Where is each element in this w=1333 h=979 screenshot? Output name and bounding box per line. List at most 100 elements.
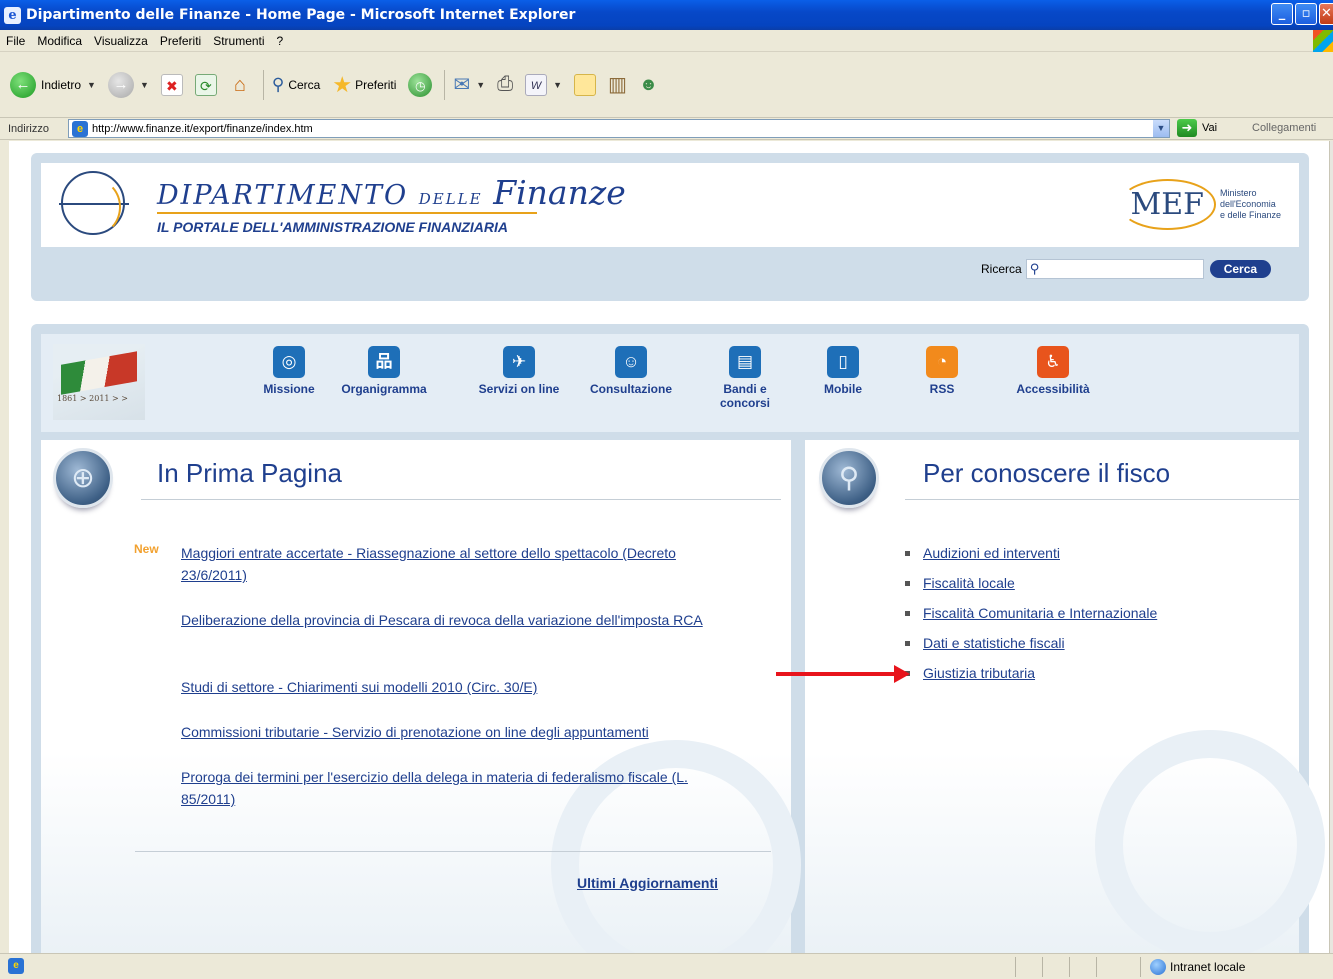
- nav-mobile[interactable]: ▯ Mobile: [798, 346, 888, 396]
- menu-help[interactable]: ?: [277, 34, 284, 48]
- mef-logo[interactable]: MEF Ministero dell'Economia e delle Fina…: [1118, 179, 1281, 230]
- fisco-link-giustizia-tributaria[interactable]: Giustizia tributaria: [923, 665, 1035, 681]
- status-divider: [1069, 957, 1070, 977]
- nav-label: RSS: [929, 382, 955, 396]
- ie-icon: e: [4, 6, 21, 24]
- fisco-title: Per conoscere il fisco: [923, 458, 1171, 488]
- site-search: Ricerca ⚲ Cerca: [981, 259, 1272, 279]
- list-item[interactable]: Fiscalità locale: [905, 568, 1157, 598]
- prima-pagina-panel: ⊕ In Prima Pagina New Maggiori entrate a…: [41, 440, 801, 953]
- nav-bandi-e-concorsi[interactable]: ▤ Bandi e concorsi: [700, 346, 790, 410]
- nav-consultazione[interactable]: ☺ Consultazione: [586, 346, 676, 396]
- nav-servizi-on-line[interactable]: ✈ Servizi on line: [474, 346, 564, 396]
- site-banner: DIPARTIMENTO DELLE Finanze IL PORTALE DE…: [41, 163, 1299, 247]
- list-divider: [135, 851, 771, 852]
- nav-rss[interactable]: ◔ RSS: [897, 346, 987, 396]
- edit-button[interactable]: W ▼: [525, 73, 562, 96]
- site-title[interactable]: DIPARTIMENTO DELLE Finanze: [157, 173, 626, 212]
- chevron-down-icon[interactable]: ▼: [140, 80, 149, 90]
- document-icon: ▤: [729, 346, 761, 378]
- back-arrow-icon: ←: [10, 71, 36, 98]
- ultimi-aggiornamenti-link[interactable]: Ultimi Aggiornamenti: [577, 875, 718, 891]
- mail-icon: ✉: [453, 74, 471, 96]
- status-divider: [1015, 957, 1016, 977]
- site-search-input[interactable]: ⚲: [1025, 259, 1204, 279]
- security-zone[interactable]: Intranet locale: [1150, 959, 1245, 975]
- menu-strumenti[interactable]: Strumenti: [213, 34, 264, 48]
- fisco-link-comunitaria[interactable]: Fiscalità Comunitaria e Internazionale: [923, 605, 1157, 621]
- unita-italia-banner[interactable]: 1861 > 2011 > >: [53, 344, 145, 420]
- news-link[interactable]: Deliberazione della provincia di Pescara…: [181, 609, 741, 631]
- news-link[interactable]: Commissioni tributarie - Servizio di pre…: [181, 721, 741, 743]
- menu-bar: File Modifica Visualizza Preferiti Strum…: [0, 30, 1333, 52]
- menu-preferiti[interactable]: Preferiti: [160, 34, 201, 48]
- vertical-scrollbar[interactable]: [1329, 141, 1333, 953]
- search-label: Ricerca: [981, 262, 1022, 276]
- chevron-down-icon[interactable]: ▼: [87, 80, 96, 90]
- nav-accessibilita[interactable]: ♿ Accessibilità: [1005, 346, 1101, 396]
- list-item[interactable]: Giustizia tributaria: [905, 658, 1157, 688]
- red-arrow-annotation: [776, 665, 910, 683]
- status-divider: [1096, 957, 1097, 977]
- list-item[interactable]: Fiscalità Comunitaria e Internazionale: [905, 598, 1157, 628]
- mobile-icon: ▯: [827, 346, 859, 378]
- accessibility-icon: ♿: [1037, 346, 1069, 378]
- list-item[interactable]: Dati e statistiche fiscali: [905, 628, 1157, 658]
- site-search-button[interactable]: Cerca: [1209, 260, 1272, 278]
- history-icon[interactable]: ◷: [408, 72, 433, 97]
- search-button[interactable]: ⚲ Cerca: [272, 75, 320, 95]
- go-button[interactable]: ➜ Vai: [1177, 119, 1217, 137]
- messenger-icon[interactable]: ☻: [639, 74, 658, 95]
- star-icon: ★: [332, 71, 353, 97]
- target-icon: ◎: [273, 346, 305, 378]
- fisco-link-fiscalita-locale[interactable]: Fiscalità locale: [923, 575, 1015, 591]
- forward-button[interactable]: → ▼: [107, 71, 149, 98]
- chevron-down-icon[interactable]: ▼: [476, 80, 485, 90]
- fisco-link-audizioni[interactable]: Audizioni ed interventi: [923, 545, 1060, 561]
- bullet: [905, 550, 910, 556]
- dipartimento-logo-icon[interactable]: [59, 171, 129, 235]
- site-title-delle: DELLE: [418, 190, 483, 208]
- close-button[interactable]: ✕: [1319, 3, 1333, 25]
- italian-flag-icon: [61, 351, 137, 395]
- chevron-down-icon[interactable]: ▼: [553, 80, 562, 90]
- nav-organigramma[interactable]: 品 Organigramma: [339, 346, 429, 396]
- title-bar[interactable]: e Dipartimento delle Finanze - Home Page…: [0, 0, 1333, 30]
- org-chart-icon: 品: [368, 346, 400, 378]
- word-icon: W: [525, 73, 548, 96]
- window-controls: _ ▫ ✕: [1269, 3, 1333, 25]
- back-button[interactable]: ← Indietro ▼: [10, 71, 96, 98]
- address-bar: Indirizzo e http://www.finanze.it/export…: [0, 118, 1333, 140]
- address-input[interactable]: e http://www.finanze.it/export/finanze/i…: [68, 119, 1170, 138]
- intranet-globe-icon: [1150, 959, 1166, 975]
- news-link[interactable]: Proroga dei termini per l'esercizio dell…: [181, 766, 741, 810]
- news-link[interactable]: Maggiori entrate accertate - Riassegnazi…: [181, 542, 741, 586]
- print-icon[interactable]: ⎙: [497, 73, 513, 96]
- nav-label: Bandi e concorsi: [719, 382, 770, 410]
- list-item[interactable]: Audizioni ed interventi: [905, 538, 1157, 568]
- nav-missione[interactable]: ◎ Missione: [244, 346, 334, 396]
- fisco-link-statistiche[interactable]: Dati e statistiche fiscali: [923, 635, 1065, 651]
- chevron-down-icon[interactable]: ▼: [1153, 120, 1169, 137]
- back-label: Indietro: [41, 77, 82, 92]
- nav-label: Consultazione: [589, 382, 672, 396]
- minimize-button[interactable]: _: [1271, 3, 1293, 25]
- news-link[interactable]: Studi di settore - Chiarimenti sui model…: [181, 676, 741, 698]
- nav-label: Servizi on line: [478, 382, 560, 396]
- address-label: Indirizzo: [8, 122, 49, 135]
- menu-modifica[interactable]: Modifica: [37, 34, 82, 48]
- menu-visualizza[interactable]: Visualizza: [94, 34, 148, 48]
- title-divider: [905, 499, 1299, 500]
- refresh-icon[interactable]: ⟳: [194, 73, 217, 96]
- note-icon[interactable]: [574, 73, 597, 96]
- research-icon[interactable]: ▥: [608, 72, 627, 97]
- links-label[interactable]: Collegamenti: [1252, 122, 1316, 134]
- mail-button[interactable]: ✉ ▼: [453, 72, 485, 97]
- maximize-button[interactable]: ▫: [1295, 3, 1317, 25]
- favorites-label: Preferiti: [355, 77, 397, 92]
- favorites-button[interactable]: ★ Preferiti: [332, 72, 396, 98]
- home-icon[interactable]: ⌂: [229, 74, 251, 96]
- rss-icon: ◔: [926, 346, 958, 378]
- stop-icon[interactable]: ✖: [160, 73, 183, 96]
- menu-file[interactable]: File: [6, 34, 25, 48]
